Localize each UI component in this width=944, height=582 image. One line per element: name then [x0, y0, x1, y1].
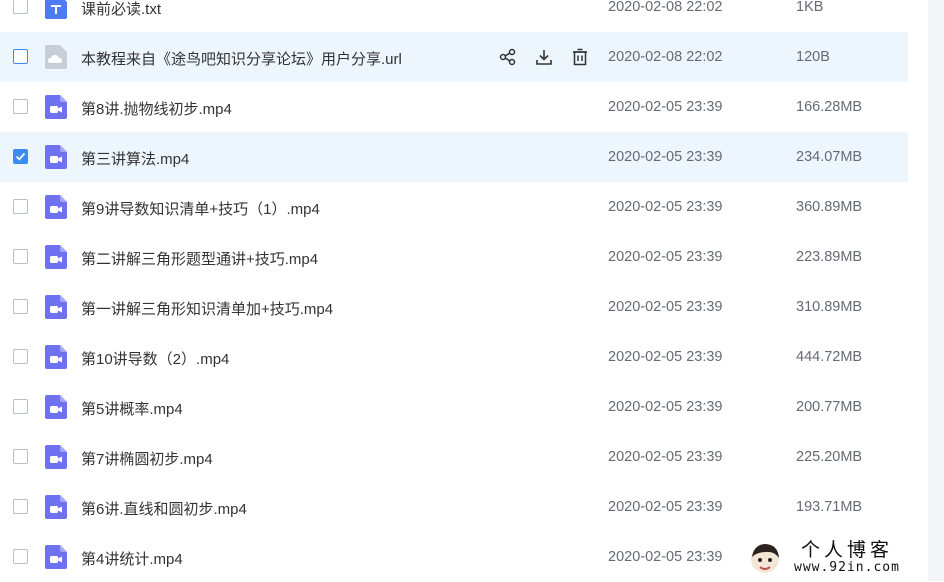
file-checkbox[interactable]: [13, 99, 28, 114]
video-file-icon: [45, 495, 67, 519]
file-name[interactable]: 本教程来自《途鸟吧知识分享论坛》用户分享.url: [81, 48, 402, 69]
file-row[interactable]: 第5讲概率.mp4 2020-02-05 23:39 200.77MB: [0, 382, 908, 432]
video-file-icon: [45, 295, 67, 319]
file-checkbox[interactable]: [13, 299, 28, 314]
file-row[interactable]: 第9讲导数知识清单+技巧（1）.mp4 2020-02-05 23:39 360.8…: [0, 182, 908, 232]
check-icon: [15, 152, 26, 161]
video-file-icon: [45, 245, 67, 269]
video-file-icon: [45, 395, 67, 419]
file-row[interactable]: 第二讲解三角形题型通讲+技巧.mp4 2020-02-05 23:39 223.89…: [0, 232, 908, 282]
delete-icon[interactable]: [569, 46, 591, 68]
file-checkbox[interactable]: [13, 199, 28, 214]
file-name[interactable]: 第10讲导数（2）.mp4: [81, 348, 229, 369]
video-file-icon: [45, 145, 67, 169]
file-row[interactable]: 第一讲解三角形知识清单加+技巧.mp4 2020-02-05 23:39 310.8…: [0, 282, 908, 332]
video-file-icon: [45, 95, 67, 119]
file-row[interactable]: 本教程来自《途鸟吧知识分享论坛》用户分享.url 2020-02-08 22:02…: [0, 32, 908, 82]
file-date: 2020-02-05 23:39: [608, 449, 723, 465]
file-size: 444.72MB: [796, 349, 863, 365]
file-checkbox[interactable]: [13, 49, 28, 64]
file-name[interactable]: 第二讲解三角形题型通讲+技巧.mp4: [81, 248, 318, 269]
video-file-icon: [45, 345, 67, 369]
file-date: 2020-02-05 23:39: [608, 249, 723, 265]
file-size: 1KB: [796, 0, 824, 15]
video-file-icon: [45, 195, 67, 219]
file-list: 课前必读.txt 2020-02-08 22:02 1KB 本教程来自《途鸟吧知识分享…: [0, 0, 944, 582]
file-date: 2020-02-05 23:39: [608, 199, 723, 215]
file-date: 2020-02-05 23:39: [608, 99, 723, 115]
file-date: 2020-02-08 22:02: [608, 49, 723, 65]
file-name[interactable]: 第6讲.直线和圆初步.mp4: [81, 498, 247, 519]
file-name[interactable]: 第5讲概率.mp4: [81, 398, 183, 419]
file-checkbox[interactable]: [13, 349, 28, 364]
file-row[interactable]: 第6讲.直线和圆初步.mp4 2020-02-05 23:39 193.71MB: [0, 482, 908, 532]
file-size: 225.20MB: [796, 449, 863, 465]
file-name[interactable]: 第一讲解三角形知识清单加+技巧.mp4: [81, 298, 333, 319]
file-name[interactable]: 第8讲.抛物线初步.mp4: [81, 98, 232, 119]
file-checkbox[interactable]: [13, 149, 28, 164]
file-row[interactable]: 第8讲.抛物线初步.mp4 2020-02-05 23:39 166.28MB: [0, 82, 908, 132]
file-checkbox[interactable]: [13, 249, 28, 264]
avatar-icon: [751, 544, 779, 573]
download-icon[interactable]: [533, 46, 555, 68]
file-date: 2020-02-05 23:39: [608, 399, 723, 415]
watermark: 个人博客 www.92in.com: [748, 537, 938, 579]
video-file-icon: [45, 545, 67, 569]
file-size: 200.77MB: [796, 399, 863, 415]
file-date: 2020-02-05 23:39: [608, 549, 723, 565]
file-name[interactable]: 第7讲椭圆初步.mp4: [81, 448, 213, 469]
row-actions: [497, 46, 605, 68]
file-checkbox[interactable]: [13, 0, 28, 14]
file-row[interactable]: 第10讲导数（2）.mp4 2020-02-05 23:39 444.72MB: [0, 332, 908, 382]
file-name[interactable]: 第4讲统计.mp4: [81, 548, 183, 569]
file-date: 2020-02-05 23:39: [608, 499, 723, 515]
file-size: 193.71MB: [796, 499, 863, 515]
file-row[interactable]: 课前必读.txt 2020-02-08 22:02 1KB: [0, 0, 908, 32]
file-checkbox[interactable]: [13, 449, 28, 464]
file-date: 2020-02-05 23:39: [608, 299, 723, 315]
file-size: 166.28MB: [796, 99, 863, 115]
watermark-title: 个人博客: [800, 539, 893, 561]
txt-file-icon: [45, 0, 67, 19]
scrollbar-track[interactable]: [928, 0, 944, 581]
file-date: 2020-02-08 22:02: [608, 0, 723, 15]
watermark-url: www.92in.com: [794, 560, 900, 575]
file-size: 360.89MB: [796, 199, 863, 215]
file-row[interactable]: 第7讲椭圆初步.mp4 2020-02-05 23:39 225.20MB: [0, 432, 908, 482]
file-size: 223.89MB: [796, 249, 863, 265]
url-file-icon: [45, 45, 67, 69]
file-name[interactable]: 课前必读.txt: [81, 0, 161, 19]
file-checkbox[interactable]: [13, 549, 28, 564]
file-name[interactable]: 第三讲算法.mp4: [81, 148, 189, 169]
file-date: 2020-02-05 23:39: [608, 349, 723, 365]
file-checkbox[interactable]: [13, 399, 28, 414]
file-size: 234.07MB: [796, 149, 863, 165]
file-date: 2020-02-05 23:39: [608, 149, 723, 165]
file-checkbox[interactable]: [13, 499, 28, 514]
file-name[interactable]: 第9讲导数知识清单+技巧（1）.mp4: [81, 198, 320, 219]
file-size: 120B: [796, 49, 830, 65]
file-size: 310.89MB: [796, 299, 863, 315]
share-icon[interactable]: [497, 46, 519, 68]
file-row[interactable]: 第三讲算法.mp4 2020-02-05 23:39 234.07MB: [0, 132, 908, 182]
video-file-icon: [45, 445, 67, 469]
